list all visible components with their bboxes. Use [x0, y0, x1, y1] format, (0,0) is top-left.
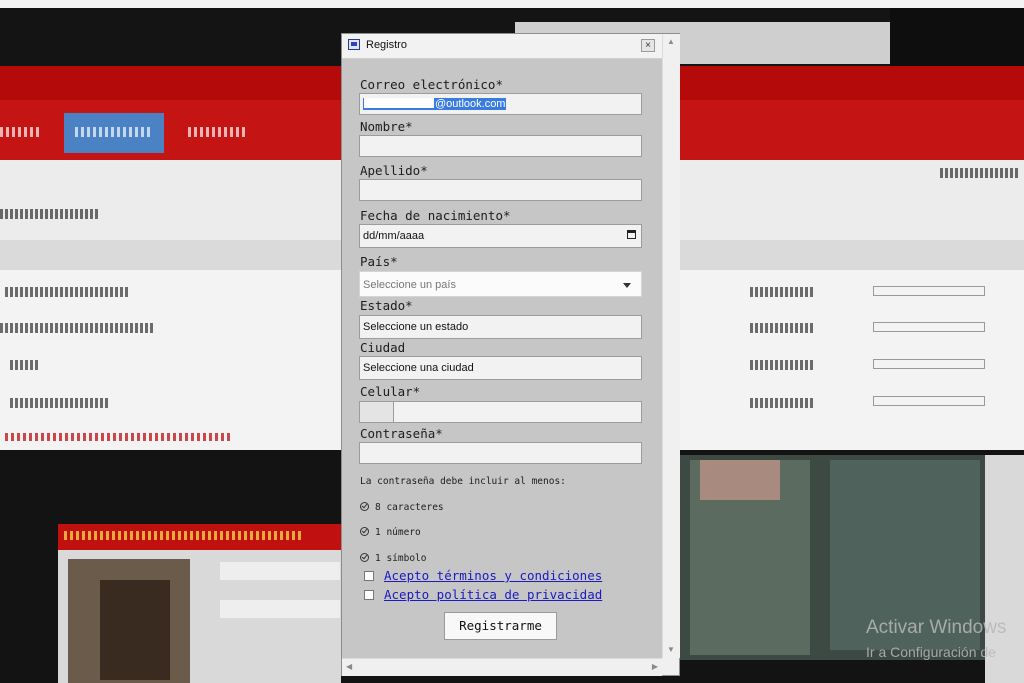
nombre-label: Nombre*: [360, 119, 413, 134]
apellido-field[interactable]: [359, 179, 642, 201]
scrollbar-corner: [662, 658, 679, 675]
check-circle-icon: [360, 502, 369, 511]
dialog-title: Registro: [366, 39, 407, 51]
terms-checkbox[interactable]: [364, 571, 374, 581]
register-button[interactable]: Registrarme: [444, 612, 557, 640]
pais-select[interactable]: Seleccione un país: [359, 271, 642, 297]
window-icon: [348, 39, 360, 50]
estado-label: Estado*: [360, 298, 413, 313]
dialog-titlebar[interactable]: Registro ×: [342, 34, 679, 59]
ciudad-select[interactable]: Seleccione una ciudad: [359, 356, 642, 380]
terms-row: Acepto términos y condiciones: [364, 568, 602, 583]
apellido-label: Apellido*: [360, 163, 428, 178]
password-hint: La contraseña debe incluir al menos:: [360, 476, 566, 487]
calendar-icon[interactable]: [627, 230, 636, 239]
check-circle-icon: [360, 553, 369, 562]
activate-windows-subtext: Ir a Configuración de: [866, 644, 996, 660]
scroll-up-icon[interactable]: ▲: [667, 37, 675, 46]
celular-field[interactable]: [359, 401, 642, 423]
nombre-field[interactable]: [359, 135, 642, 157]
fecha-value: dd/mm/aaaa: [363, 230, 425, 242]
scroll-left-icon[interactable]: ◀: [346, 662, 352, 671]
phone-prefix-field[interactable]: [360, 402, 394, 422]
scroll-right-icon[interactable]: ▶: [652, 662, 658, 671]
terms-link[interactable]: Acepto términos y condiciones: [384, 568, 602, 583]
horizontal-scrollbar[interactable]: ◀ ▶: [342, 658, 662, 676]
celular-label: Celular*: [360, 384, 421, 399]
vertical-scrollbar[interactable]: ▲ ▼: [662, 34, 680, 658]
fecha-field[interactable]: dd/mm/aaaa: [359, 224, 642, 248]
password-rule-length: 8 caracteres: [360, 501, 444, 513]
ciudad-label: Ciudad: [360, 340, 406, 355]
redacted-email-part: [364, 98, 434, 108]
estado-select[interactable]: Seleccione un estado: [359, 315, 642, 339]
activate-windows-watermark: Activar Windows: [866, 617, 1007, 638]
fecha-label: Fecha de nacimiento*: [360, 208, 511, 223]
check-circle-icon: [360, 527, 369, 536]
privacy-link[interactable]: Acepto política de privacidad: [384, 587, 602, 602]
email-field[interactable]: @outlook.com: [359, 93, 642, 115]
close-button[interactable]: ×: [641, 39, 655, 52]
chevron-down-icon: [623, 283, 631, 288]
privacy-row: Acepto política de privacidad: [364, 587, 602, 602]
password-rule-symbol: 1 símbolo: [360, 552, 426, 564]
contrasena-label: Contraseña*: [360, 426, 443, 441]
email-value: @outlook.com: [363, 98, 507, 110]
pais-label: País*: [360, 254, 398, 269]
registro-dialog: Registro × Correo electrónico* @outlook.…: [341, 33, 680, 676]
email-label: Correo electrónico*: [360, 77, 503, 92]
pais-placeholder: Seleccione un país: [363, 279, 456, 291]
privacy-checkbox[interactable]: [364, 590, 374, 600]
password-field[interactable]: [359, 442, 642, 464]
password-rule-number: 1 número: [360, 526, 421, 538]
scroll-down-icon[interactable]: ▼: [667, 645, 675, 654]
